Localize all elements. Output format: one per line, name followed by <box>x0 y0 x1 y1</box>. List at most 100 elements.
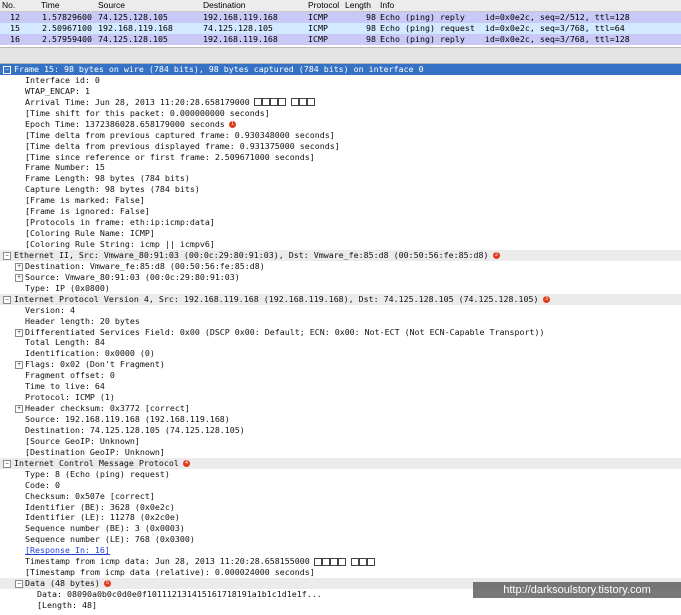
packet-length: 98 <box>366 34 376 44</box>
tree-node[interactable]: Epoch Time: 1372386028.658179000 seconds… <box>0 119 681 130</box>
tree-node[interactable]: [Source GeoIP: Unknown] <box>0 436 681 447</box>
tree-node[interactable]: Identifier (LE): 11278 (0x2c0e) <box>0 512 681 523</box>
tree-node[interactable]: Type: IP (0x0800) <box>0 283 681 294</box>
tree-node[interactable]: [Destination GeoIP: Unknown] <box>0 447 681 458</box>
tree-node[interactable]: Destination: 74.125.128.105 (74.125.128.… <box>0 425 681 436</box>
packet-destination: 74.125.128.105 <box>203 23 273 33</box>
tree-node[interactable]: [Time delta from previous captured frame… <box>0 130 681 141</box>
packet-list: 12 1.57829600 74.125.128.105 192.168.119.16… <box>0 12 681 45</box>
tree-node[interactable]: + Flags: 0x02 (Don't Fragment) <box>0 359 681 370</box>
collapse-icon[interactable]: − <box>15 580 23 589</box>
collapse-icon[interactable]: − <box>3 459 11 468</box>
packet-no: 12 <box>10 12 20 22</box>
col-no[interactable]: No. <box>2 0 15 11</box>
collapse-icon[interactable]: − <box>3 295 11 304</box>
annotation-badge: 4 <box>183 459 190 467</box>
expand-icon[interactable]: + <box>15 405 23 414</box>
tree-node[interactable]: Capture Length: 98 bytes (784 bits) <box>0 184 681 195</box>
tree-node-label: Type: IP (0x0800) <box>25 282 110 293</box>
packet-row[interactable]: 16 2.57959400 74.125.128.105 192.168.119.16… <box>0 34 681 45</box>
col-info[interactable]: Info <box>380 0 394 11</box>
tree-node[interactable]: [Protocols in frame: eth:ip:icmp:data] <box>0 217 681 228</box>
tree-node[interactable]: + Destination: Vmware_fe:85:d8 (00:50:56:… <box>0 261 681 272</box>
tree-node-label: Identification: 0x0000 (0) <box>25 348 155 359</box>
tree-node[interactable]: Sequence number (BE): 3 (0x0003) <box>0 523 681 534</box>
tree-node[interactable]: − Frame 15: 98 bytes on wire (784 bits), … <box>0 64 681 75</box>
packet-row[interactable]: 12 1.57829600 74.125.128.105 192.168.119.16… <box>0 12 681 23</box>
tree-node[interactable]: [Timestamp from icmp data (relative): 0.… <box>0 567 681 578</box>
tree-node-label: [Source GeoIP: Unknown] <box>25 435 140 446</box>
response-link[interactable]: [Response In: 16] <box>25 545 110 556</box>
tree-node[interactable]: Fragment offset: 0 <box>0 370 681 381</box>
tree-node-label: Source: 192.168.119.168 (192.168.119.168… <box>25 414 230 424</box>
expand-icon[interactable]: + <box>15 273 23 282</box>
tree-node[interactable]: [Coloring Rule Name: ICMP] <box>0 228 681 239</box>
unrendered-glyph-boxes <box>254 97 315 108</box>
tree-node[interactable]: Checksum: 0x507e [correct] <box>0 491 681 502</box>
tree-node[interactable]: Sequence number (LE): 768 (0x0300) <box>0 534 681 545</box>
packet-time: 1.57829600 <box>42 12 92 22</box>
tree-node[interactable]: WTAP_ENCAP: 1 <box>0 86 681 97</box>
tree-node[interactable]: [Length: 48] <box>0 600 681 611</box>
tree-node-label: [Coloring Rule String: icmp || icmpv6] <box>25 239 215 249</box>
tree-node[interactable]: Timestamp from icmp data: Jun 28, 2013 1… <box>0 556 681 567</box>
tree-node[interactable]: Total Length: 84 <box>0 337 681 348</box>
expand-icon[interactable]: + <box>15 262 23 271</box>
tree-node[interactable]: [Frame is marked: False] <box>0 195 681 206</box>
tree-node[interactable]: Time to live: 64 <box>0 381 681 392</box>
packet-protocol: ICMP <box>308 12 328 22</box>
packet-list-header: No. Time Source Destination Protocol Len… <box>0 0 681 12</box>
collapse-icon[interactable]: − <box>3 66 11 74</box>
expand-icon[interactable]: + <box>15 328 23 337</box>
tree-node[interactable]: [Time since reference or first frame: 2.… <box>0 152 681 163</box>
col-length[interactable]: Length <box>345 0 371 11</box>
packet-no: 15 <box>10 23 20 33</box>
packet-time: 2.50967100 <box>42 23 92 33</box>
tree-node-label: [Frame is ignored: False] <box>25 206 150 217</box>
tree-node-label: [Coloring Rule Name: ICMP] <box>25 228 155 239</box>
tree-node[interactable]: − Internet Control Message Protocol 4 <box>0 457 681 469</box>
tree-node[interactable]: Identification: 0x0000 (0) <box>0 348 681 359</box>
col-time[interactable]: Time <box>41 0 60 11</box>
col-destination[interactable]: Destination <box>203 0 246 11</box>
tree-node[interactable]: Interface id: 0 <box>0 75 681 86</box>
tree-node-label: Timestamp from icmp data: Jun 28, 2013 1… <box>25 556 310 567</box>
tree-node[interactable]: Arrival Time: Jun 28, 2013 11:20:28.6581… <box>0 97 681 108</box>
tree-node[interactable]: Type: 8 (Echo (ping) request) <box>0 469 681 480</box>
tree-node-label: WTAP_ENCAP: 1 <box>25 85 90 96</box>
tree-node[interactable]: Source: 192.168.119.168 (192.168.119.168… <box>0 414 681 425</box>
tree-node[interactable]: [Time delta from previous displayed fram… <box>0 141 681 152</box>
tree-node[interactable]: Header length: 20 bytes <box>0 316 681 327</box>
col-protocol[interactable]: Protocol <box>308 0 339 11</box>
tree-node[interactable]: Code: 0 <box>0 480 681 491</box>
tree-node[interactable]: Version: 4 <box>0 305 681 316</box>
tree-node[interactable]: [Coloring Rule String: icmp || icmpv6] <box>0 239 681 250</box>
tree-node-label: Sequence number (LE): 768 (0x0300) <box>25 534 195 545</box>
tree-node[interactable]: Frame Length: 98 bytes (784 bits) <box>0 173 681 184</box>
col-source[interactable]: Source <box>98 0 125 11</box>
tree-node[interactable]: + Header checksum: 0x3772 [correct] <box>0 403 681 414</box>
tree-node-label: [Length: 48] <box>37 599 97 610</box>
tree-node[interactable]: Protocol: ICMP (1) <box>0 392 681 403</box>
tree-node[interactable]: Frame Number: 15 <box>0 162 681 173</box>
tree-node[interactable]: − Internet Protocol Version 4, Src: 192.1… <box>0 293 681 305</box>
tree-node[interactable]: + Differentiated Services Field: 0x00 (DS… <box>0 327 681 338</box>
packet-row[interactable]: 15 2.50967100 192.168.119.168 74.125.128.10… <box>0 23 681 34</box>
tree-node[interactable]: [Time shift for this packet: 0.000000000… <box>0 108 681 119</box>
tree-node-label: Ethernet II, Src: Vmware_80:91:03 (00:0c… <box>14 249 489 260</box>
tree-node-label: Type: 8 (Echo (ping) request) <box>25 468 170 479</box>
tree-node-label: Data: 08090a0b0c0d0e0f101112131415161718… <box>37 589 322 599</box>
tree-node[interactable]: − Ethernet II, Src: Vmware_80:91:03 (00:0… <box>0 249 681 261</box>
tree-node-label: Arrival Time: Jun 28, 2013 11:20:28.6581… <box>25 96 250 107</box>
tree-node[interactable]: + Source: Vmware_80:91:03 (00:0c:29:80:91… <box>0 272 681 283</box>
collapse-icon[interactable]: − <box>3 251 11 260</box>
pane-divider[interactable] <box>0 47 681 64</box>
packet-info: Echo (ping) request id=0x0e2c, seq=3/768… <box>380 23 625 33</box>
tree-node[interactable]: [Response In: 16] <box>0 545 681 556</box>
expand-icon[interactable]: + <box>15 361 23 370</box>
tree-node-label: Destination: Vmware_fe:85:d8 (00:50:56:f… <box>25 260 265 271</box>
tree-node-label: Time to live: 64 <box>25 381 105 392</box>
tree-node[interactable]: Identifier (BE): 3628 (0x0e2c) <box>0 502 681 513</box>
tree-node-label: Header checksum: 0x3772 [correct] <box>25 403 190 414</box>
tree-node[interactable]: [Frame is ignored: False] <box>0 206 681 217</box>
